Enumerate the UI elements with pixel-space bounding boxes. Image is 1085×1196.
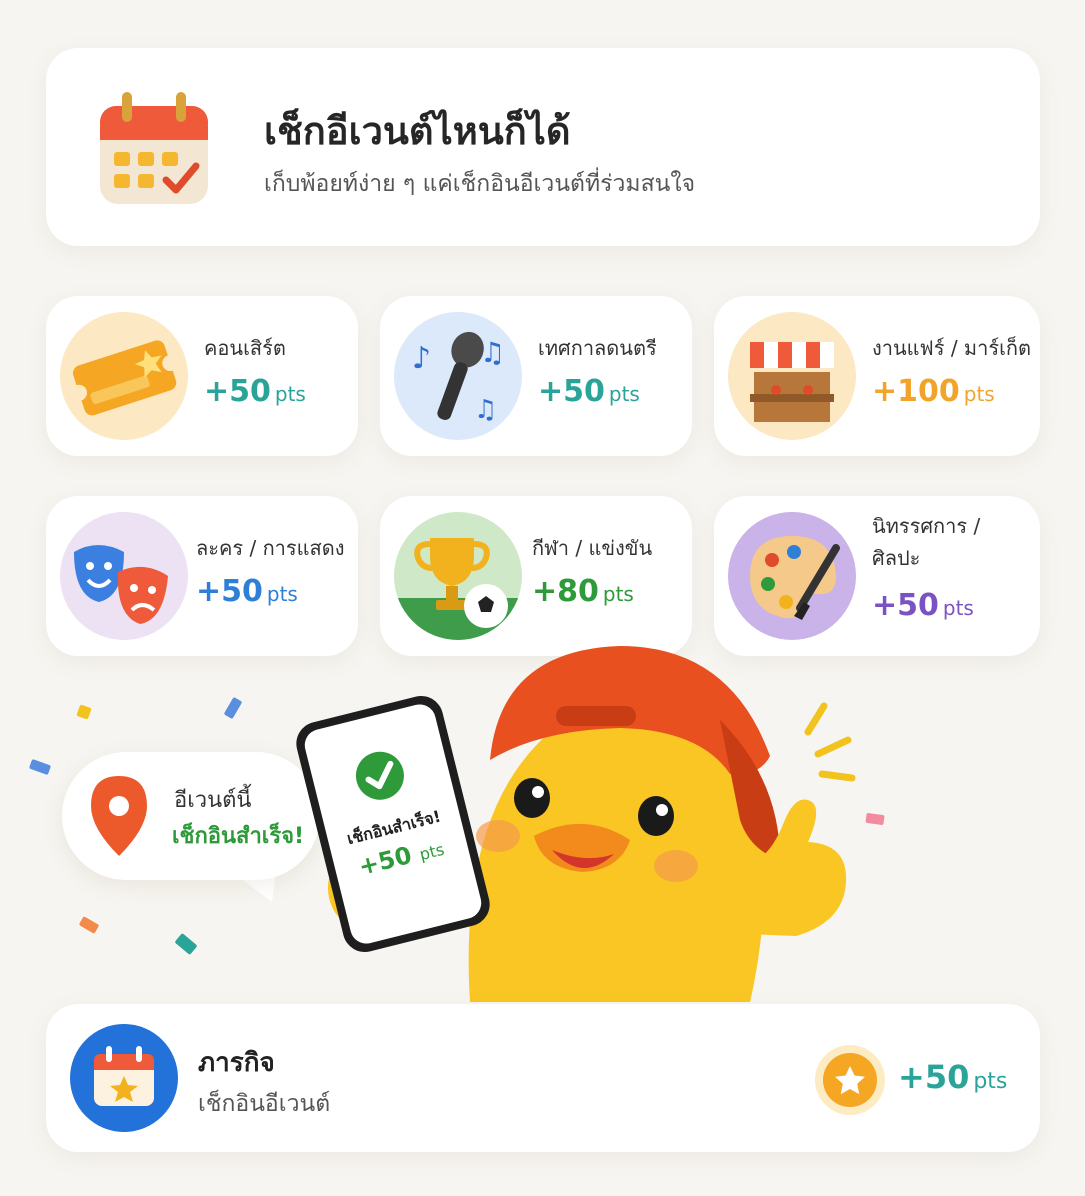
microphone-icon: ♪ ♫ ♫	[394, 312, 522, 440]
event-card-sports[interactable]: กีฬา / แข่งขัน +80 pts	[380, 496, 692, 656]
page-subtitle: เก็บพ้อยท์ง่าย ๆ แค่เช็กอินอีเวนต์ที่ร่ว…	[264, 171, 696, 197]
trophy-ball-icon	[394, 512, 522, 640]
header-card: เช็กอีเวนต์ไหนก็ได้ เก็บพ้อยท์ง่าย ๆ แค่…	[46, 48, 1040, 246]
event-points: +80 pts	[532, 574, 634, 609]
check-circle-icon	[355, 751, 404, 800]
mission-subtitle: เช็กอินอีเวนต์	[198, 1091, 331, 1117]
event-points: +50 pts	[872, 588, 974, 623]
svg-text:♪: ♪	[412, 341, 431, 376]
calendar-check-icon	[100, 92, 208, 204]
mission-card[interactable]: ภารกิจ เช็กอินอีเวนต์ +50 pts	[46, 1004, 1040, 1152]
event-card-music-festival[interactable]: ♪ ♫ ♫ เทศกาลดนตรี +50 pts	[380, 296, 692, 456]
event-name: คอนเสิร์ต	[204, 336, 286, 360]
event-name: งานแฟร์ / มาร์เก็ต	[872, 336, 1032, 360]
event-points: +50 pts	[538, 374, 640, 409]
art-palette-icon	[728, 512, 856, 640]
event-card-concert[interactable]: คอนเสิร์ต +50 pts	[46, 296, 358, 456]
event-card-exhibition[interactable]: นิทรรศการ / ศิลปะ +50 pts	[714, 496, 1040, 656]
event-name: นิทรรศการ / ศิลปะ	[872, 514, 981, 570]
event-name: ละคร / การแสดง	[196, 536, 345, 560]
location-pin-icon	[91, 776, 147, 856]
bubble-success-text: เช็กอินสำเร็จ!	[172, 824, 305, 849]
mission-title: ภารกิจ	[198, 1048, 275, 1078]
event-name: กีฬา / แข่งขัน	[532, 536, 653, 560]
calendar-star-icon	[70, 1024, 178, 1132]
event-points: +50 pts	[204, 374, 306, 409]
event-card-theater[interactable]: ละคร / การแสดง +50 pts	[46, 496, 358, 656]
event-name: เทศกาลดนตรี	[538, 336, 657, 360]
page-title: เช็กอีเวนต์ไหนก็ได้	[264, 109, 571, 153]
mission-points: +50 pts	[898, 1058, 1008, 1096]
theater-masks-icon	[60, 512, 188, 640]
market-stall-icon	[728, 312, 856, 440]
event-points: +100 pts	[872, 374, 995, 409]
checkin-speech-bubble: อีเวนต์นี้ เช็กอินสำเร็จ!	[62, 752, 320, 880]
event-points: +50 pts	[196, 574, 298, 609]
svg-text:♫: ♫	[474, 395, 497, 425]
svg-text:♫: ♫	[480, 336, 505, 369]
ticket-icon	[60, 312, 188, 440]
bubble-text: อีเวนต์นี้	[174, 788, 252, 813]
star-coin-icon	[815, 1045, 885, 1115]
event-card-fair-market[interactable]: งานแฟร์ / มาร์เก็ต +100 pts	[714, 296, 1040, 456]
